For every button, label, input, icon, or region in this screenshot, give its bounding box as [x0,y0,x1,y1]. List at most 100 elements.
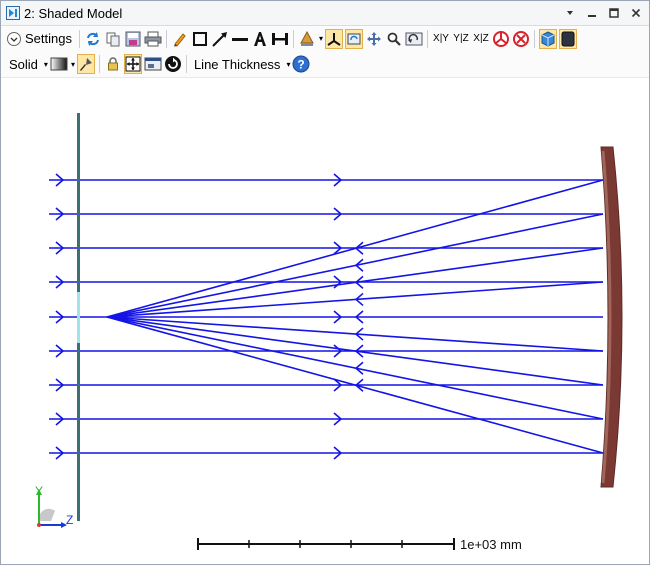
save-image-icon [125,31,141,46]
line-thickness-label: Line Thickness [193,56,281,72]
line-icon [231,37,248,41]
fit-window-icon [125,56,141,72]
view-xz-button[interactable]: X|Z [472,29,490,49]
render-mode-dropdown[interactable]: Solid ▾ [6,54,48,74]
triad-arc [38,508,55,521]
toolbar-separator [292,29,294,48]
paint-brush-icon [79,58,92,71]
clock-refresh-icon [164,56,181,72]
scale-bar: 1e+03 mm [197,537,522,552]
window-icon [6,6,20,20]
settings-button[interactable]: Settings [6,29,75,49]
text-tool-button[interactable] [251,29,269,49]
view-orientation-button[interactable]: ▾ [298,29,323,49]
toolbar-primary: Settings ▾ X|Y Y|Z X|Z [1,26,649,51]
view-xy-button[interactable]: X|Y [432,29,450,49]
print-button[interactable] [144,29,162,49]
minimize-icon[interactable] [583,4,601,22]
model-viewport[interactable]: Y Z 1e+03 mm [1,79,649,564]
text-A-icon [253,31,266,46]
arrow-tool-button[interactable] [211,29,229,49]
scale-bar-label: 1e+03 mm [460,537,522,552]
caret-down-icon: ▾ [43,59,48,69]
rectangle-icon [192,31,207,46]
rotation-red-icon [493,30,509,47]
zoom-button[interactable] [385,29,403,49]
reset-view-button[interactable] [405,29,423,49]
settings-label: Settings [25,31,72,46]
arrow-line-icon [212,31,227,47]
toolbar-secondary: Solid ▾ ▾ Line Thickness ▾ ? [1,51,649,78]
save-button[interactable] [124,29,142,49]
axis-triad: Y Z [35,484,73,528]
dark-square-icon [561,31,575,46]
copy-icon [106,32,120,46]
ray-segment [106,213,604,318]
window-layout-icon [144,57,162,71]
color-gradient-dropdown[interactable]: ▾ [50,54,75,74]
close-icon[interactable] [627,4,645,22]
toolbar-separator [185,55,187,73]
triad-z-label: Z [66,513,73,527]
chevron-down-circle-icon [7,31,21,46]
cube-icon [541,30,555,47]
lock-button[interactable] [104,54,122,74]
refresh-icon [87,31,99,46]
fit-to-window-button[interactable] [123,54,142,74]
pan-button[interactable] [365,29,383,49]
rotation-y-button[interactable] [512,29,530,49]
dark-background-button[interactable] [559,28,577,49]
view-xz-label: X|Z [473,33,489,44]
pencil-tool-button[interactable] [171,29,189,49]
paint-brush-button[interactable] [76,54,95,74]
object-plane-highlight [77,292,80,343]
triad-y-label: Y [35,484,43,498]
toolbar-separator [534,29,535,48]
copy-button[interactable] [104,29,122,49]
window-layout-button[interactable] [144,54,162,74]
caret-down-icon: ▾ [318,34,323,43]
maximize-icon[interactable] [605,4,623,22]
ray-segment [106,316,604,420]
lock-icon [107,57,118,71]
spherical-mirror [600,146,623,488]
toolbar-separator [165,29,167,48]
ray-traces [49,173,604,460]
caret-down-icon: ▾ [70,59,75,69]
render-mode-label: Solid [9,56,38,72]
view-xy-label: X|Y [433,33,449,44]
reset-view-icon [405,32,423,45]
window-title: 2: Shaded Model [24,5,123,21]
toolbar-separator [427,29,428,48]
axes-icon [327,32,341,46]
auto-update-button[interactable] [164,54,182,74]
axes-toggle-button[interactable] [325,28,343,49]
rotation-red-x-icon [513,30,529,47]
title-bar: 2: Shaded Model [1,1,649,26]
view-yz-label: Y|Z [453,33,469,44]
caret-down-icon: ▾ [286,59,291,69]
help-button[interactable]: ? [292,54,310,74]
toolbar-separator [78,29,80,48]
dimension-icon [271,32,288,45]
view-yz-button[interactable]: Y|Z [452,29,470,49]
dimension-tool-button[interactable] [271,29,289,49]
rotate-view-button[interactable] [345,28,363,49]
svg-text:?: ? [298,58,305,72]
line-thickness-dropdown[interactable]: Line Thickness ▾ [191,54,291,74]
refresh-button[interactable] [84,29,102,49]
rectangle-tool-button[interactable] [191,29,209,49]
object-plane [77,113,80,521]
magnifier-icon [387,32,401,46]
window-menu-dropdown-icon[interactable] [561,4,579,22]
pencil-icon [173,32,186,47]
rotate-view-icon [347,33,361,44]
help-icon: ? [292,55,310,73]
line-tool-button[interactable] [231,29,249,49]
rotation-x-button[interactable] [492,29,510,49]
toolbar-separator [98,55,100,73]
pan-arrows-icon [367,31,381,46]
shaded-model-window: 2: Shaded Model Settings ▾ X|Y Y|Z X|Z S… [0,0,650,565]
shaded-cube-button[interactable] [539,28,557,49]
gradient-icon [50,57,68,71]
